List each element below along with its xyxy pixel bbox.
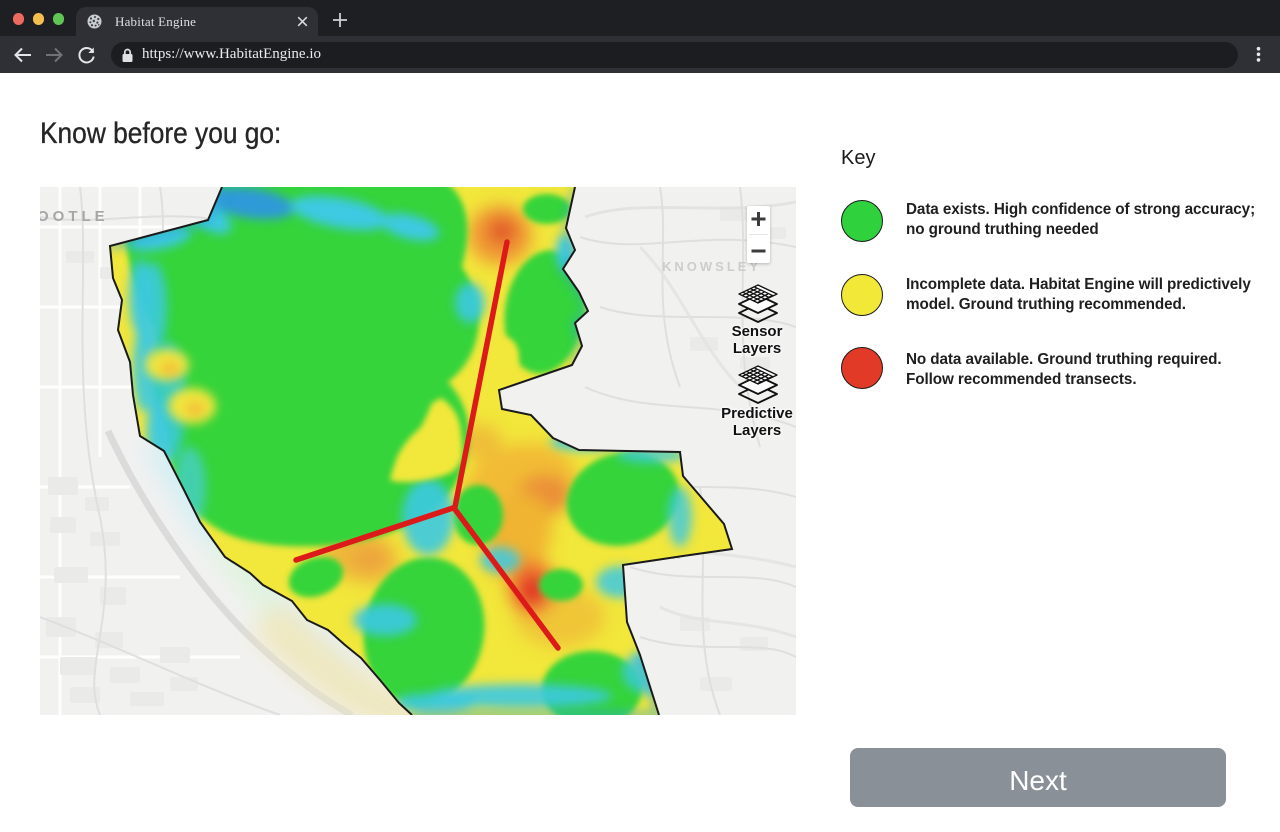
svg-text:OOTLE: OOTLE: [40, 208, 109, 225]
